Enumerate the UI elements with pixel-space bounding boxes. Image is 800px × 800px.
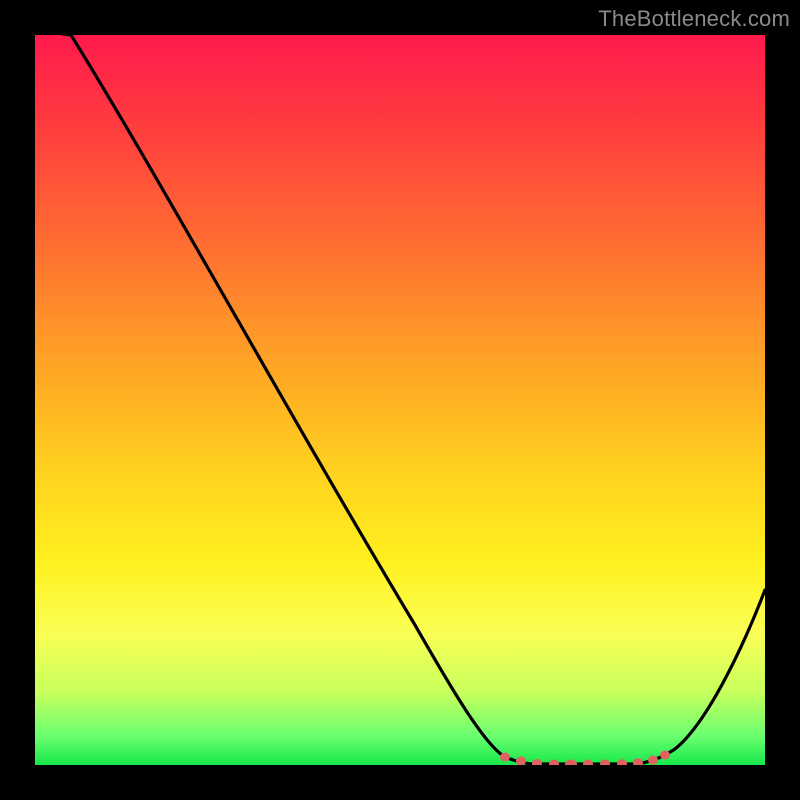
plot-area (35, 35, 765, 765)
watermark-text: TheBottleneck.com (598, 6, 790, 32)
chart-svg (35, 35, 765, 765)
bottleneck-curve (35, 35, 765, 764)
chart-frame: TheBottleneck.com (0, 0, 800, 800)
